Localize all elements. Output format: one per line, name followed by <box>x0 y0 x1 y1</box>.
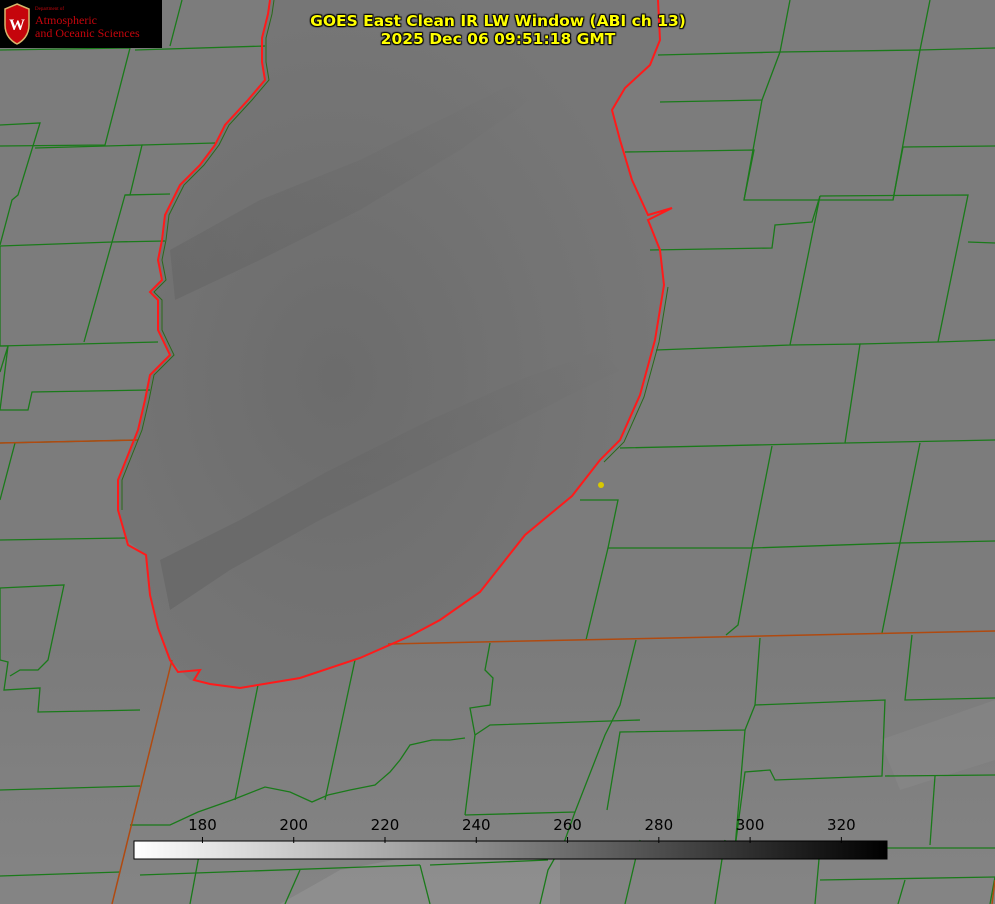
uw-crest-icon: W <box>4 3 30 45</box>
title-product: GOES East Clean IR LW Window (ABI ch 13) <box>310 12 686 30</box>
satellite-map[interactable] <box>0 0 995 904</box>
logo-line-oceanic: and Oceanic Sciences <box>35 26 140 40</box>
title-timestamp: 2025 Dec 06 09:51:18 GMT <box>380 30 616 48</box>
image-title: GOES East Clean IR LW Window (ABI ch 13)… <box>200 12 796 48</box>
crest-letter: W <box>9 17 25 34</box>
location-marker[interactable] <box>598 482 604 488</box>
department-logo: W Department of Atmospheric and Oceanic … <box>0 0 162 48</box>
